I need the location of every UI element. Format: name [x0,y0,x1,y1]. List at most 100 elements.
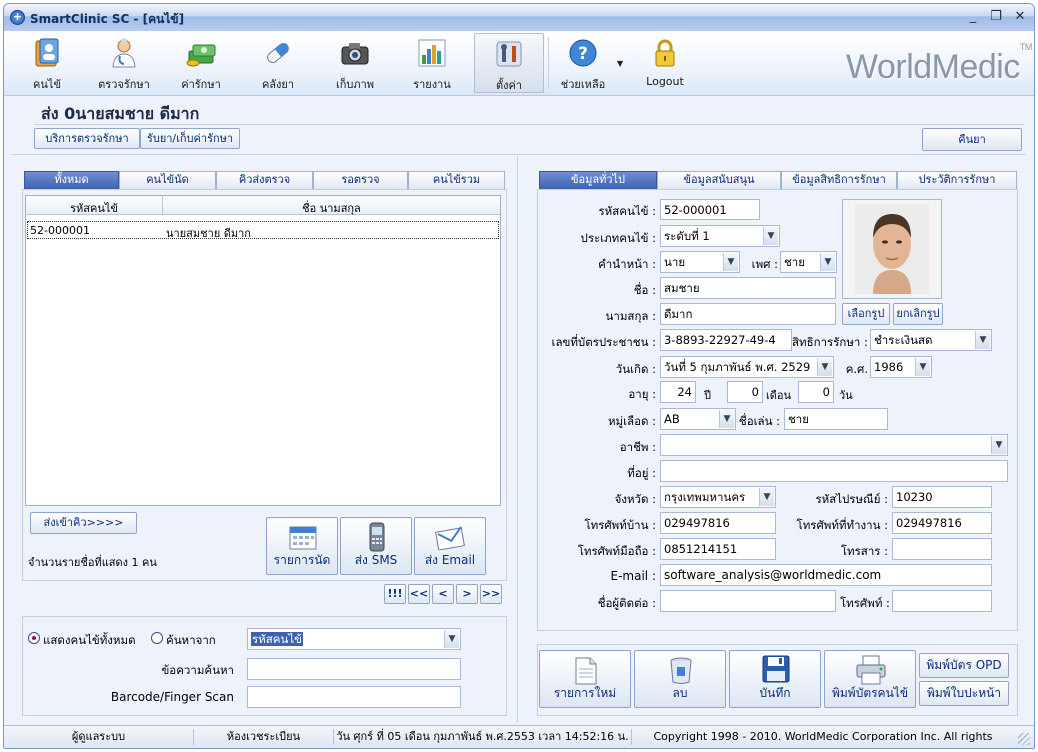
chevron-down-icon[interactable]: ▼ [975,331,990,349]
last-name-field[interactable]: ดีมาก [660,303,836,325]
home-phone-label: โทรศัพท์บ้าน : [584,518,656,532]
receive-medicine-button[interactable]: รับยา/เก็บค่ารักษา [140,128,240,149]
prefix-value: นาย [664,255,686,269]
work-phone-label: โทรศัพท์ที่ทำงาน : [796,518,888,532]
column-name[interactable]: ชื่อ นามสกุล [163,199,500,217]
hn-field[interactable]: 52-000001 [660,199,760,220]
search-by-select[interactable]: รหัสคนไข้ ▼ [247,628,461,650]
address-field[interactable] [660,460,1008,482]
radio-search-label[interactable]: ค้นหาจาก [166,632,216,650]
contact-name-field[interactable] [660,590,836,612]
occupation-select[interactable]: ▼ [660,434,1008,456]
column-hn[interactable]: รหัสคนไข้ [26,199,162,217]
tab-waiting[interactable]: รอตรวจ [313,171,408,189]
chevron-down-icon[interactable]: ▼ [763,227,778,245]
save-button[interactable]: บันทึก [729,650,821,708]
send-to-queue-button[interactable]: ส่งเข้าคิว>>>> [30,512,137,534]
chevron-down-icon[interactable]: ▼ [817,358,832,376]
toolbar-examine-button[interactable]: ตรวจรักษา [89,33,159,93]
tab-appointment[interactable]: คนไข้นัด [119,171,216,189]
sex-select[interactable]: ชาย ▼ [780,251,837,273]
tab-general-info[interactable]: ข้อมูลทั่วไป [539,171,657,189]
search-text-input[interactable] [247,658,461,680]
toolbar-patient-button[interactable]: คนไข้ [12,33,82,93]
tab-treatment-history[interactable]: ประวัติการรักษา [897,171,1017,189]
tab-treatment-rights[interactable]: ข้อมูลสิทธิการรักษา [781,171,897,189]
radio-show-all[interactable] [28,632,40,644]
print-patient-card-button[interactable]: พิมพ์บัตรคนไข้ [824,650,916,708]
pill-icon [267,43,289,63]
ad-year-select[interactable]: 1986 ▼ [870,356,932,378]
toolbar-images-button[interactable]: เก็บภาพ [320,33,390,93]
email-field[interactable]: software_analysis@worldmedic.com [660,564,992,586]
cancel-photo-button[interactable]: ยกเลิกรูป [893,303,943,325]
toolbar-help-button[interactable]: ? ช่วยเหลือ [548,33,618,93]
barcode-input[interactable] [247,686,461,708]
first-name-field[interactable]: สมชาย [660,277,836,299]
tab-all-patients[interactable]: คนไข้รวม [408,171,505,189]
zip-field[interactable]: 10230 [892,486,992,508]
toolbar-settings-button[interactable]: ตั้งค่า [474,33,544,93]
pager-last-button[interactable]: >> [480,584,502,604]
minimize-button[interactable]: _ [962,9,984,27]
fax-field[interactable] [892,538,992,560]
table-row[interactable]: 52-000001 นายสมชาย ดีมาก [27,221,499,240]
radio-show-all-label[interactable]: แสดงคนไข้ทั้งหมด [43,632,136,650]
contact-phone-label: โทรศัพท์ : [840,596,890,610]
resize-grip-icon[interactable] [1018,733,1030,745]
mobile-field[interactable]: 0851214151 [660,538,776,560]
contact-phone-field[interactable] [892,590,992,612]
toolbar-fees-button[interactable]: ค่ารักษา [166,33,236,93]
send-email-button[interactable]: ส่ง Email [414,517,486,575]
close-button[interactable]: ✕ [1009,9,1031,27]
appointment-list-button[interactable]: รายการนัด [266,517,338,575]
radio-search[interactable] [151,632,163,644]
money-icon [186,44,216,67]
chevron-down-icon[interactable]: ▼ [723,253,738,271]
tab-all[interactable]: ทั้งหมด [24,171,119,189]
print-cover-sheet-button[interactable]: พิมพ์ใบปะหน้า [919,681,1009,706]
return-medicine-button[interactable]: คืนยา [922,128,1022,151]
chevron-down-icon[interactable]: ▼ [991,436,1006,454]
delete-button[interactable]: ลบ [634,650,726,708]
new-record-button[interactable]: รายการใหม่ [539,650,631,708]
prefix-select[interactable]: นาย ▼ [660,251,740,273]
send-sms-button[interactable]: ส่ง SMS [340,517,412,575]
chevron-down-icon[interactable]: ▼ [719,410,734,428]
tab-exam-queue[interactable]: คิวส่งตรวจ [216,171,313,189]
toolbar-pharmacy-button[interactable]: คลังยา [243,33,313,93]
pager-all-button[interactable]: !!! [384,584,406,604]
choose-photo-button[interactable]: เลือกรูป [842,303,890,325]
home-phone-field[interactable]: 029497816 [660,512,776,534]
restore-button[interactable]: ❐ [985,9,1007,27]
service-button[interactable]: บริการตรวจรักษา [34,128,140,149]
toolbar-logout-button[interactable]: Logout [630,33,700,93]
hn-label: รหัสคนไข้ : [598,204,656,218]
province-select[interactable]: กรุงเทพมหานคร ▼ [660,486,776,508]
age-years-field[interactable]: 24 [660,381,696,403]
title-bar[interactable]: + SmartClinic SC - [คนไข้] _ ❐ ✕ [4,4,1034,31]
patient-table[interactable]: รหัสคนไข้ ชื่อ นามสกุล 52-000001 นายสมชา… [25,195,501,506]
dob-picker[interactable]: วันที่ 5 กุมภาพันธ์ พ.ศ. 2529 ▼ [660,356,834,378]
toolbar-reports-button[interactable]: รายงาน [397,33,467,93]
id-card-field[interactable]: 3-8893-22927-49-4 [660,329,792,351]
tab-support-info[interactable]: ข้อมูลสนับสนุน [657,171,781,189]
pager-first-button[interactable]: << [408,584,430,604]
chevron-down-icon[interactable]: ▼ [444,630,459,648]
radio-dot [32,636,36,640]
print-opd-card-button[interactable]: พิมพ์บัตร OPD [919,653,1009,678]
chevron-down-icon[interactable]: ▼ [820,253,835,271]
pager-next-button[interactable]: > [456,584,478,604]
brand-logo: WorldMedicTM [846,42,1032,87]
treatment-right-select[interactable]: ชำระเงินสด ▼ [870,329,992,351]
blood-group-select[interactable]: AB ▼ [660,408,736,430]
nickname-field[interactable]: ชาย [784,408,888,430]
age-months-field[interactable]: 0 [727,381,763,403]
chevron-down-icon[interactable]: ▼ [915,358,930,376]
work-phone-field[interactable]: 029497816 [892,512,992,534]
help-dropdown-icon[interactable]: ▼ [617,59,623,68]
age-days-field[interactable]: 0 [798,381,834,403]
patient-type-select[interactable]: ระดับที่ 1 ▼ [660,225,780,247]
chevron-down-icon[interactable]: ▼ [759,488,774,506]
pager-prev-button[interactable]: < [432,584,454,604]
